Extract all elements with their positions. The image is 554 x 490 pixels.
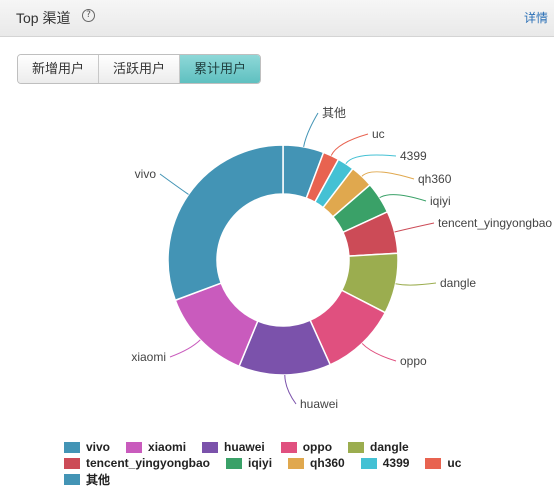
legend-item-huawei[interactable]: huawei xyxy=(202,440,265,454)
leader-line-tencent_yingyongbao xyxy=(394,222,435,233)
help-icon[interactable]: ? xyxy=(82,9,95,22)
leader-line-iqiyi xyxy=(379,194,427,202)
slice-vivo[interactable] xyxy=(167,144,284,302)
legend-swatch xyxy=(126,441,143,453)
slice-label-qh360: qh360 xyxy=(418,172,452,186)
legend-label: 4399 xyxy=(382,456,410,470)
legend-item-tencent-yingyongbao[interactable]: tencent_yingyongbao xyxy=(64,456,210,470)
legend-item-iqiyi[interactable]: iqiyi xyxy=(226,456,272,470)
legend-item-qh360[interactable]: qh360 xyxy=(288,456,345,470)
legend-swatch xyxy=(226,457,243,469)
leader-line-xiaomi xyxy=(169,339,201,358)
legend-item-other[interactable]: 其他 xyxy=(64,471,110,488)
legend-item-uc[interactable]: uc xyxy=(425,456,461,470)
legend-swatch xyxy=(202,441,219,453)
legend-label: vivo xyxy=(86,440,111,454)
legend-label: 其他 xyxy=(86,472,111,487)
slice-label-vivo: vivo xyxy=(135,167,157,181)
detail-link[interactable]: 详情 xyxy=(524,9,548,26)
legend-swatch xyxy=(64,473,80,485)
legend-label: uc xyxy=(447,456,462,470)
legend-swatch xyxy=(288,457,305,469)
legend-label: xiaomi xyxy=(148,440,187,454)
slice-label-dangle: dangle xyxy=(440,276,476,290)
legend-label: iqiyi xyxy=(248,456,273,470)
legend-label: qh360 xyxy=(310,456,345,470)
leader-line-oppo xyxy=(361,343,397,362)
tab-active-users[interactable]: 活跃用户 xyxy=(99,55,181,83)
leader-line-dangle xyxy=(395,282,437,286)
leader-line-vivo xyxy=(159,173,189,195)
metric-tabs: 新增用户 活跃用户 累计用户 xyxy=(17,54,262,84)
tab-new-users[interactable]: 新增用户 xyxy=(18,55,100,83)
slice-label-iqiyi: iqiyi xyxy=(430,194,451,208)
legend-swatch xyxy=(425,457,442,469)
panel-header: Top 渠道 ? 详情 xyxy=(0,0,554,37)
panel-title: Top 渠道 xyxy=(16,10,71,26)
slice-label-huawei: huawei xyxy=(300,397,338,411)
slice-label-tencent_yingyongbao: tencent_yingyongbao xyxy=(438,216,552,230)
legend-label: oppo xyxy=(302,440,333,454)
legend-item-4399[interactable]: 4399 xyxy=(360,456,410,470)
legend-label: huawei xyxy=(224,440,265,454)
legend-swatch xyxy=(64,457,80,469)
slice-label-其他: 其他 xyxy=(322,106,346,120)
legend-item-xiaomi[interactable]: xiaomi xyxy=(126,440,186,454)
leader-line-qh360 xyxy=(361,171,415,180)
leader-line-4399 xyxy=(345,154,397,165)
slice-label-4399: 4399 xyxy=(400,149,427,163)
legend-row: 其他 xyxy=(64,471,544,487)
slice-label-oppo: oppo xyxy=(400,354,427,368)
slice-label-uc: uc xyxy=(372,127,385,141)
leader-line-huawei xyxy=(284,374,297,405)
legend-label: tencent_yingyongbao xyxy=(86,456,211,470)
legend-swatch xyxy=(348,441,365,453)
chart-legend: vivo xiaomi huawei oppo dangle tencent_y… xyxy=(64,439,544,487)
legend-item-dangle[interactable]: dangle xyxy=(348,440,409,454)
slice-label-xiaomi: xiaomi xyxy=(131,350,166,364)
leader-line-其他 xyxy=(303,112,319,147)
legend-item-vivo[interactable]: vivo xyxy=(64,440,110,454)
leader-line-uc xyxy=(330,133,369,156)
donut-chart: 其他 uc 4399 qh360 iqiyi tencent_yingyongbaodan… xyxy=(131,106,552,411)
legend-row: vivo xiaomi huawei oppo dangle xyxy=(64,439,544,455)
legend-swatch xyxy=(280,441,297,453)
legend-row: tencent_yingyongbao iqiyi qh360 4399 uc xyxy=(64,455,544,471)
legend-swatch xyxy=(360,457,377,469)
legend-swatch xyxy=(64,441,80,453)
legend-item-oppo[interactable]: oppo xyxy=(280,440,333,454)
legend-label: dangle xyxy=(370,440,409,454)
tab-cumulative-users[interactable]: 累计用户 xyxy=(180,55,261,83)
